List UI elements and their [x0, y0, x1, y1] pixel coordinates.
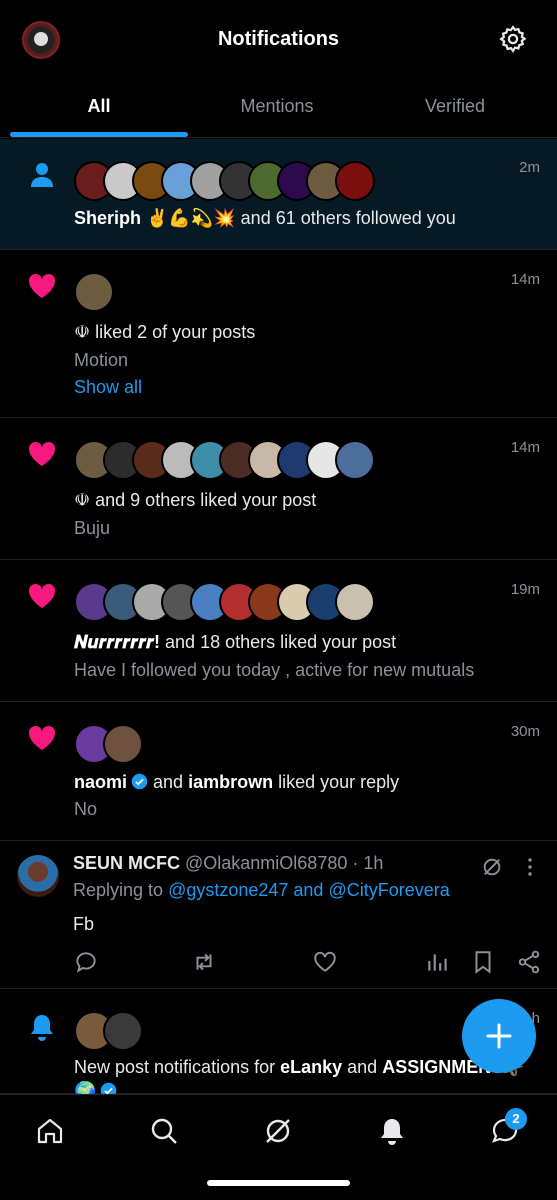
- page-title: Notifications: [217, 28, 340, 50]
- notification-time: 19m: [510, 581, 540, 598]
- author-handle: @OlakanmiOl68780 · 1h: [180, 853, 384, 873]
- notification-like[interactable]: 30m naomi and iambrown liked your reply …: [0, 702, 557, 841]
- home-indicator: [207, 1180, 350, 1186]
- post-preview: Buju: [74, 518, 111, 538]
- avatar[interactable]: [335, 440, 375, 480]
- user-name[interactable]: Sheriph ✌️💪💫💥: [74, 208, 236, 228]
- user-name[interactable]: eLanky: [280, 1057, 342, 1077]
- tab-all[interactable]: All: [9, 96, 189, 117]
- active-tab-indicator: [10, 132, 188, 137]
- avatar[interactable]: [74, 272, 114, 312]
- plus-icon: [486, 1023, 512, 1049]
- bell-icon: [31, 1015, 53, 1041]
- avatar[interactable]: [335, 582, 375, 622]
- avatar[interactable]: [335, 161, 375, 201]
- notification-time: 14m: [510, 271, 540, 288]
- avatar[interactable]: [17, 855, 59, 897]
- more-options-icon[interactable]: [521, 856, 539, 878]
- views-icon[interactable]: [425, 949, 451, 975]
- notification-time: 30m: [510, 723, 540, 740]
- notification-text: 𝑵𝒖𝒓𝒓𝒓𝒓𝒓𝒓𝒓! and 18 others liked your post: [74, 632, 397, 652]
- user-name[interactable]: iambrown: [188, 772, 273, 792]
- bookmark-icon[interactable]: [470, 949, 496, 975]
- notification-follow[interactable]: 2m Sheriph ✌️💪💫💥 and 61 others followed …: [0, 139, 557, 250]
- author-name[interactable]: SEUN MCFC: [73, 853, 180, 873]
- messages-badge: 2: [505, 1108, 527, 1130]
- notification-like[interactable]: 14m ☫ and 9 others liked your post Buju: [0, 418, 557, 560]
- post-header: SEUN MCFC @OlakanmiOl68780 · 1h: [73, 853, 383, 874]
- tab-bar: All Mentions Verified: [0, 78, 557, 138]
- like-icon[interactable]: [312, 949, 338, 975]
- settings-gear-icon[interactable]: [498, 24, 528, 54]
- heart-icon: [28, 273, 56, 298]
- notification-text: naomi and iambrown liked your reply: [74, 772, 400, 792]
- verified-badge-icon: [131, 773, 148, 790]
- notification-like[interactable]: 19m 𝑵𝒖𝒓𝒓𝒓𝒓𝒓𝒓𝒓! and 18 others liked your …: [0, 560, 557, 702]
- share-icon[interactable]: [516, 949, 542, 975]
- person-icon: [31, 163, 53, 187]
- heart-icon: [28, 725, 56, 750]
- post-preview: No: [74, 799, 98, 819]
- heart-icon: [28, 441, 56, 466]
- replying-to: Replying to @gystzone247 and @CityForeve…: [73, 880, 450, 900]
- notification-text: ☫ and 9 others liked your post: [74, 490, 317, 510]
- reply-icon[interactable]: [73, 949, 99, 975]
- user-name[interactable]: 𝑵𝒖𝒓𝒓𝒓𝒓𝒓𝒓𝒓!: [74, 632, 160, 652]
- post-preview: Have I followed you today , active for n…: [74, 660, 475, 680]
- tab-mentions[interactable]: Mentions: [187, 96, 367, 117]
- notification-text: Sheriph ✌️💪💫💥 and 61 others followed you: [74, 208, 456, 228]
- notification-time: 14m: [510, 439, 540, 456]
- heart-icon: [28, 583, 56, 608]
- show-all-link[interactable]: Show all: [74, 377, 142, 398]
- grok-icon[interactable]: [262, 1115, 294, 1147]
- home-icon[interactable]: [34, 1115, 66, 1147]
- avatar[interactable]: [103, 724, 143, 764]
- repost-icon[interactable]: [191, 949, 217, 975]
- avatar[interactable]: [103, 1011, 143, 1051]
- reply-targets-link[interactable]: @gystzone247 and @CityForevera: [168, 880, 450, 900]
- notification-time: 2m: [519, 159, 540, 176]
- notification-like[interactable]: 14m ☫ liked 2 of your posts Motion Show …: [0, 250, 557, 418]
- post-preview: Motion: [74, 350, 129, 370]
- tab-verified[interactable]: Verified: [365, 96, 545, 117]
- user-name[interactable]: naomi: [74, 772, 127, 792]
- grok-icon[interactable]: [481, 856, 503, 878]
- notifications-bell-icon[interactable]: [376, 1115, 408, 1147]
- notification-text: New post notifications for eLanky and AS…: [74, 1057, 525, 1077]
- header: Notifications: [0, 0, 557, 78]
- search-icon[interactable]: [148, 1115, 180, 1147]
- post-body: Fb: [73, 914, 95, 934]
- notification-text: ☫ liked 2 of your posts: [74, 322, 256, 342]
- compose-button[interactable]: [462, 999, 536, 1073]
